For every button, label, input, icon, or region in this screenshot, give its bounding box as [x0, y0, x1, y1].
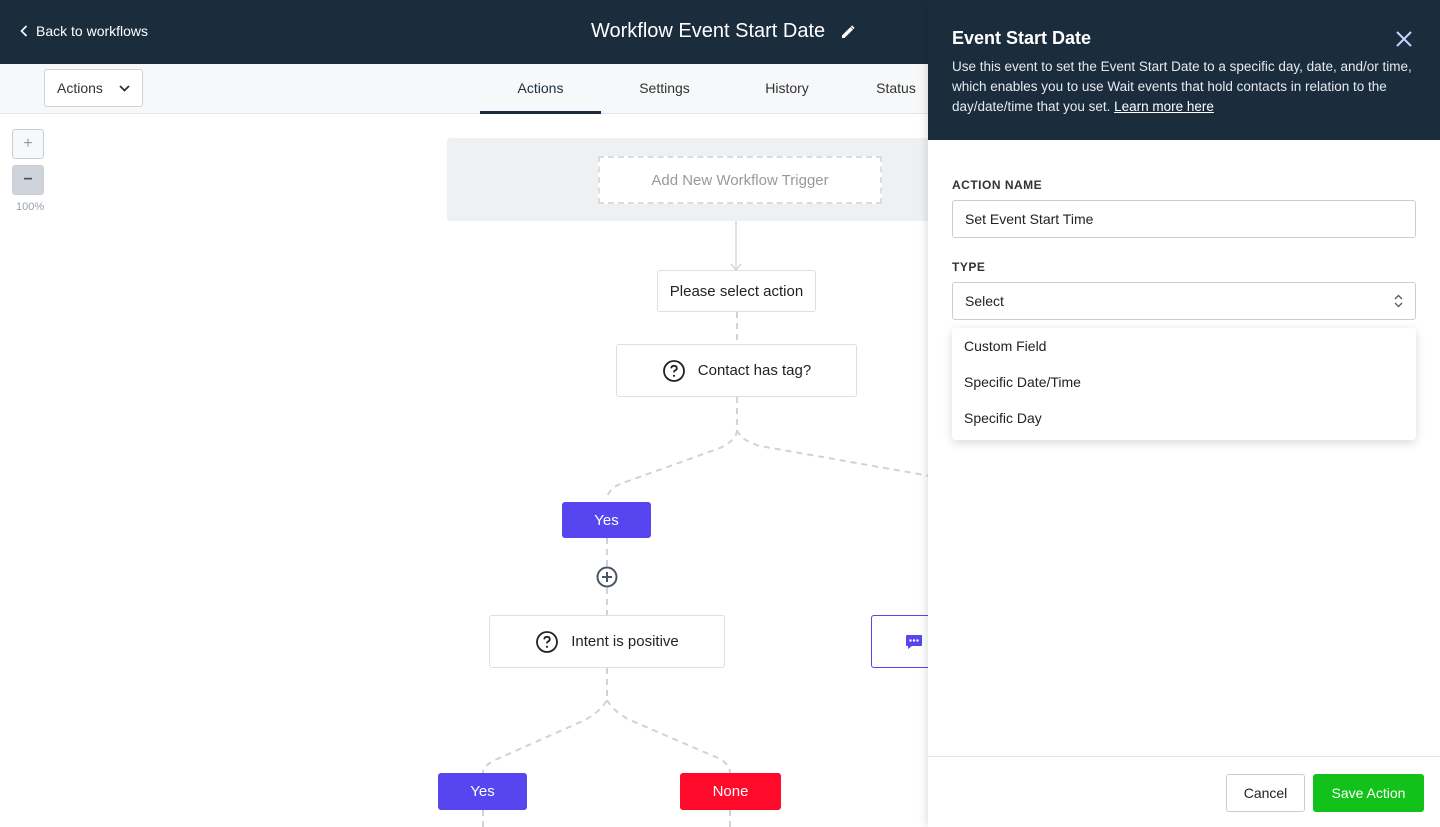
type-label: TYPE [952, 260, 986, 274]
chat-bubble-icon [906, 635, 922, 649]
contact-has-tag-node[interactable]: Contact has tag? [616, 344, 857, 397]
pencil-icon[interactable] [841, 24, 855, 39]
workflow-tabs: Actions Settings History Status [480, 64, 946, 114]
type-select-value: Select [965, 293, 1004, 309]
type-options-menu: Custom Field Specific Date/Time Specific… [952, 328, 1416, 440]
chevron-left-icon [20, 25, 28, 37]
add-trigger-button[interactable]: Add New Workflow Trigger [598, 156, 882, 204]
branch-none-pill[interactable]: None [680, 773, 781, 810]
option-custom-field[interactable]: Custom Field [952, 328, 1416, 364]
node-label: Contact has tag? [697, 362, 812, 379]
type-select[interactable]: Select [952, 282, 1416, 320]
branch-yes-pill[interactable]: Yes [438, 773, 527, 810]
back-to-workflows-link[interactable]: Back to workflows [20, 23, 148, 39]
option-specific-day[interactable]: Specific Day [952, 400, 1416, 436]
branch-yes-pill[interactable]: Yes [562, 502, 651, 538]
actions-dropdown[interactable]: Actions [44, 69, 143, 107]
sort-arrows-icon [1394, 294, 1403, 308]
tab-history[interactable]: History [728, 64, 846, 114]
panel-header: Event Start Date Use this event to set t… [928, 0, 1440, 140]
panel-footer: Cancel Save Action [928, 756, 1440, 827]
zoom-level: 100% [16, 201, 45, 213]
workflow-title-text: Workflow Event Start Date [591, 20, 826, 42]
panel-title: Event Start Date [952, 28, 1092, 48]
question-circle-icon [662, 359, 685, 382]
workflow-title: Workflow Event Start Date [591, 20, 855, 43]
action-settings-panel: Event Start Date Use this event to set t… [928, 0, 1440, 827]
cancel-button[interactable]: Cancel [1226, 774, 1305, 812]
learn-more-link[interactable]: Learn more here [1114, 99, 1214, 114]
zoom-in-button[interactable]: + [12, 129, 44, 159]
add-step-plus-icon[interactable] [596, 566, 618, 588]
action-name-input[interactable] [952, 200, 1416, 238]
tab-settings[interactable]: Settings [601, 64, 728, 114]
tab-actions[interactable]: Actions [480, 64, 601, 114]
back-link-label: Back to workflows [36, 23, 149, 39]
zoom-out-button[interactable]: − [12, 165, 44, 195]
question-circle-icon [536, 630, 559, 653]
select-action-node[interactable]: Please select action [657, 270, 816, 312]
chevron-down-icon [119, 84, 130, 92]
save-action-button[interactable]: Save Action [1313, 774, 1424, 812]
close-icon[interactable] [1394, 29, 1414, 49]
intent-positive-node[interactable]: Intent is positive [489, 615, 725, 668]
action-name-label: ACTION NAME [952, 178, 1043, 192]
panel-description: Use this event to set the Event Start Da… [952, 57, 1412, 117]
option-specific-date-time[interactable]: Specific Date/Time [952, 364, 1416, 400]
actions-dropdown-label: Actions [57, 80, 103, 96]
node-label: Intent is positive [571, 633, 679, 650]
